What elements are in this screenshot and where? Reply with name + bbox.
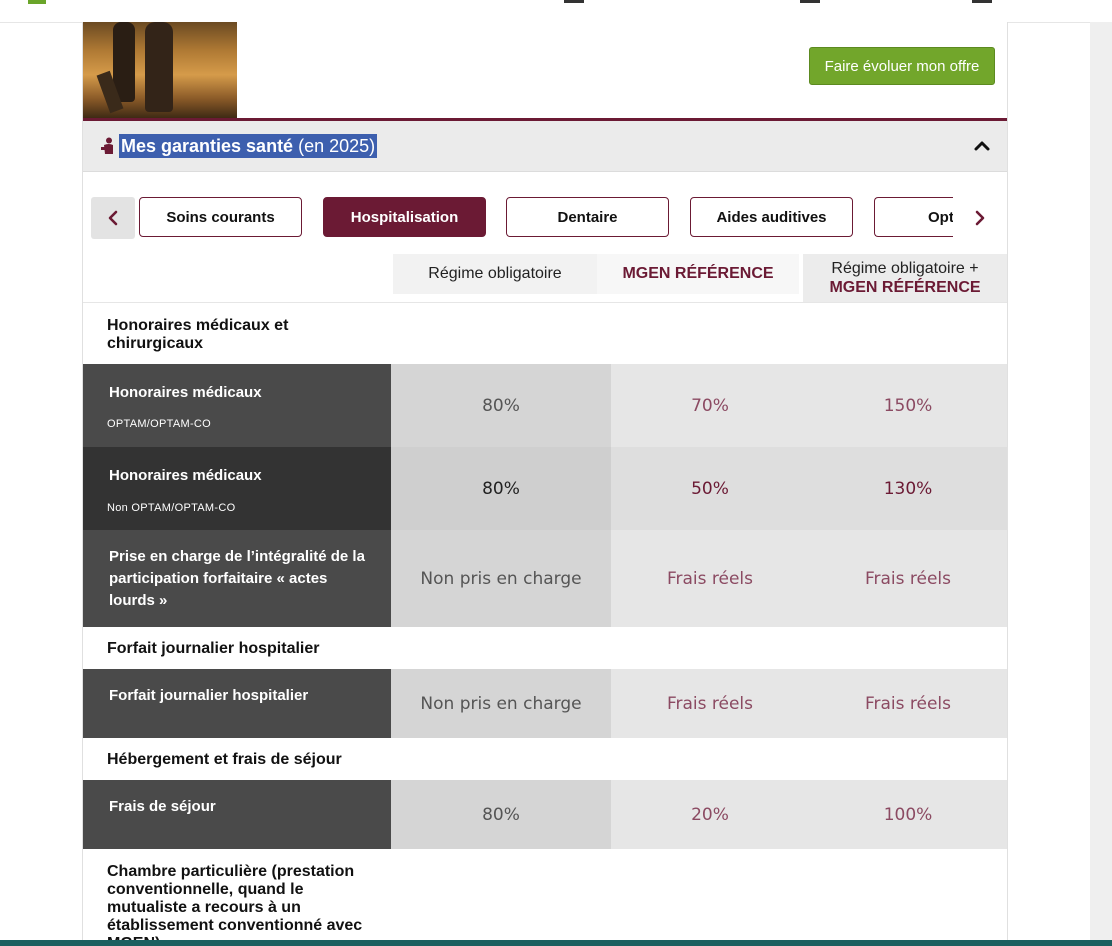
row-label: Honoraires médicaux: [109, 467, 262, 484]
value-mgen: Frais réels: [611, 669, 809, 738]
table-row: Frais de séjour 80% 20% 100%: [83, 780, 1007, 849]
chevron-left-icon: [108, 210, 118, 226]
group-title-chambre: Chambre particulière (prestation convent…: [107, 863, 363, 946]
upgrade-offer-button[interactable]: Faire évoluer mon offre: [809, 47, 995, 85]
row-label: Frais de séjour: [109, 798, 216, 815]
table-row: Honoraires médicaux Non OPTAM/OPTAM-CO 8…: [83, 447, 1007, 530]
row-sublabel: OPTAM/OPTAM-CO: [107, 418, 212, 430]
guarantees-panel: Faire évoluer mon offre Mes garanties sa…: [82, 22, 1008, 946]
top-navigation-bar: [0, 0, 1112, 23]
tab-aides-auditives[interactable]: Aides auditives: [690, 197, 853, 237]
value-total: Frais réels: [809, 669, 1007, 738]
tabs-next-button[interactable]: [953, 197, 1007, 239]
chevron-right-icon: [975, 210, 985, 226]
value-mgen: 20%: [611, 780, 809, 849]
value-mgen: Frais réels: [611, 530, 809, 627]
bottom-border: [0, 940, 1112, 946]
row-sublabel: Non OPTAM/OPTAM-CO: [107, 502, 236, 514]
tab-hospitalisation[interactable]: Hospitalisation: [323, 197, 486, 237]
nav-icon-3[interactable]: [972, 0, 992, 3]
section-title: Mes garanties santé (en 2025): [119, 134, 378, 158]
value-regime: Non pris en charge: [391, 669, 611, 738]
section-header[interactable]: Mes garanties santé (en 2025): [83, 121, 1007, 172]
section-title-main: Mes garanties santé: [121, 136, 294, 156]
value-regime: Non pris en charge: [391, 530, 611, 627]
group-title-forfait: Forfait journalier hospitalier: [107, 640, 320, 657]
group-title-honoraires: Honoraires médicaux et chirurgicaux: [107, 317, 289, 352]
column-header-total: Régime obligatoire + MGEN RÉFÉRENCE: [803, 254, 1007, 302]
tab-optique[interactable]: Opt: [874, 197, 954, 237]
app-icon[interactable]: [28, 0, 46, 4]
tabs-prev-button[interactable]: [91, 197, 135, 239]
nav-icon-1[interactable]: [564, 0, 584, 3]
column-header-total-line2: MGEN RÉFÉRENCE: [829, 279, 981, 296]
value-total: 100%: [809, 780, 1007, 849]
column-header-regime: Régime obligatoire: [393, 254, 597, 294]
group-title-hebergement: Hébergement et frais de séjour: [107, 751, 342, 768]
category-tabs: Soins courants Hospitalisation Dentaire …: [83, 172, 1007, 252]
value-total: Frais réels: [809, 530, 1007, 627]
value-mgen: 70%: [611, 364, 809, 447]
table-row: Prise en charge de l’intégralité de la p…: [83, 530, 1007, 627]
value-regime: 80%: [391, 364, 611, 447]
person-care-icon: [101, 137, 113, 154]
column-header-total-line1: Régime obligatoire +: [831, 260, 979, 277]
row-label-cell: Honoraires médicaux Non OPTAM/OPTAM-CO: [83, 447, 391, 530]
header-divider: [83, 302, 1007, 303]
offer-banner: Faire évoluer mon offre: [83, 22, 1007, 118]
chevron-up-icon[interactable]: [971, 135, 993, 157]
table-row: Honoraires médicaux OPTAM/OPTAM-CO 80% 7…: [83, 364, 1007, 447]
tab-soins-courants[interactable]: Soins courants: [139, 197, 302, 237]
page-scrollbar[interactable]: [1090, 22, 1112, 946]
value-mgen: 50%: [611, 447, 809, 530]
row-label-cell: Frais de séjour: [83, 780, 391, 849]
value-total: 150%: [809, 364, 1007, 447]
row-label-cell: Forfait journalier hospitalier: [83, 669, 391, 738]
row-label: Honoraires médicaux: [109, 384, 262, 401]
value-regime: 80%: [391, 447, 611, 530]
banner-photo: [83, 22, 237, 118]
row-label: Prise en charge de l’intégralité de la p…: [109, 548, 365, 609]
row-label-cell: Prise en charge de l’intégralité de la p…: [83, 530, 391, 627]
column-header-mgen: MGEN RÉFÉRENCE: [597, 254, 799, 294]
row-label: Forfait journalier hospitalier: [109, 687, 309, 704]
section-title-year: (en 2025): [298, 136, 376, 156]
value-total: 130%: [809, 447, 1007, 530]
table-row: Forfait journalier hospitalier Non pris …: [83, 669, 1007, 738]
nav-icon-2[interactable]: [800, 0, 820, 3]
tab-dentaire[interactable]: Dentaire: [506, 197, 669, 237]
value-regime: 80%: [391, 780, 611, 849]
row-label-cell: Honoraires médicaux OPTAM/OPTAM-CO: [83, 364, 391, 447]
